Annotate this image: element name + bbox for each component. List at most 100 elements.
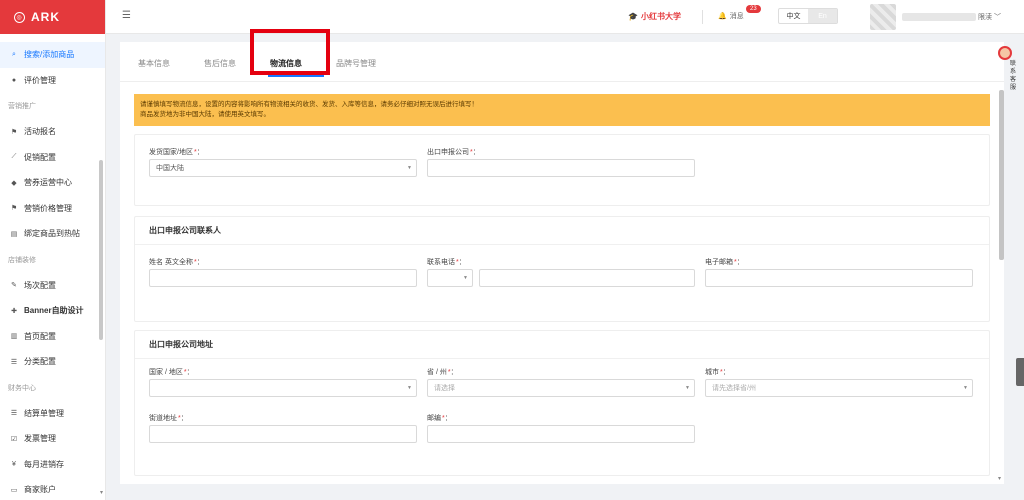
messages-button[interactable]: 🔔 消息 [718, 11, 744, 21]
city-select[interactable]: 请先选择省/州 ▼ [705, 379, 973, 397]
tab-brand-account[interactable]: 品牌号管理 [336, 58, 376, 69]
sidebar-item[interactable]: ▭ 商家账户 [0, 477, 105, 500]
user-name-redacted [902, 13, 976, 21]
sidebar-item-label: 评价管理 [24, 75, 56, 85]
notice-line-2: 商品发货地为非中国大陆，请使用英文填写。 [140, 111, 270, 118]
sidebar-item[interactable]: ▤ 绑定商品到热帖 [0, 221, 105, 247]
card-icon: ▭ [10, 486, 18, 494]
sidebar-group-label: 店铺装修 [8, 256, 36, 264]
university-label: 小红书大学 [640, 12, 681, 21]
sidebar-item-label: 每月进销存 [24, 459, 64, 469]
sidebar-item-label: 场次配置 [24, 280, 56, 290]
origin-select[interactable]: 中国大陆 ▼ [149, 159, 417, 177]
flag-icon: ⚑ [10, 205, 18, 213]
export-company-input[interactable] [427, 159, 695, 177]
layout-icon: ▥ [10, 333, 18, 341]
list-icon: ☰ [10, 358, 18, 366]
zip-label: 邮编*： [427, 415, 452, 422]
sidebar-item[interactable]: ☑ 发票管理 [0, 426, 105, 452]
messages-count-badge: 23 [746, 5, 761, 13]
chart-icon: ⟋ [11, 153, 17, 161]
sidebar-item[interactable]: ⚑ 营销价格管理 [0, 196, 105, 222]
note-icon: ▤ [10, 230, 18, 238]
tab-after-sales[interactable]: 售后信息 [204, 58, 236, 69]
yen-icon: ¥ [12, 460, 16, 468]
sidebar-item[interactable]: ⟋ 促销配置 [0, 144, 105, 170]
search-icon: ⌕ [12, 50, 16, 58]
sidebar-scrollbar[interactable] [99, 160, 103, 340]
top-header: ☰ 🎓 小红书大学 🔔 消息 23 中文 En 限渎 ﹀ [106, 0, 1024, 34]
chevron-down-icon: ▼ [463, 275, 468, 281]
avatar[interactable] [870, 4, 896, 30]
lang-zh-option[interactable]: 中文 [779, 9, 808, 23]
sidebar-item[interactable]: ✚ Banner自助设计 [0, 298, 105, 324]
sidebar-item-label: 绑定商品到热帖 [24, 229, 80, 239]
chevron-down-icon: ▼ [407, 165, 412, 171]
sidebar-item-label: Banner自助设计 [24, 306, 84, 316]
app-logo[interactable]: ◎ ARK [0, 0, 105, 34]
name-label: 姓名 英文全称*： [149, 259, 204, 266]
street-address-input[interactable] [149, 425, 417, 443]
lang-en-option[interactable]: En [808, 9, 837, 23]
flag-icon: ⚑ [10, 128, 18, 136]
tab-basic-info[interactable]: 基本信息 [138, 58, 170, 69]
phone-country-code-select[interactable]: ▼ [427, 269, 473, 287]
list-icon: ☰ [10, 410, 18, 418]
phone-number-input[interactable] [479, 269, 695, 287]
annotation-highlight-box [250, 29, 330, 75]
page-scroll-down-icon[interactable]: ▾ [998, 475, 1001, 482]
edit-icon: ✎ [11, 282, 17, 290]
active-tab-indicator [268, 75, 324, 77]
sidebar-item[interactable]: ☰ 结算单管理 [0, 400, 105, 426]
city-placeholder: 请先选择省/州 [712, 385, 756, 392]
messages-label: 消息 [729, 13, 744, 20]
country-label: 国家 / 地区*： [149, 369, 194, 376]
sidebar-scroll-down-icon[interactable]: ▾ [100, 489, 103, 496]
sidebar-item-label: 发票管理 [24, 434, 56, 444]
sidebar-item-label: 搜索/添加商品 [24, 50, 75, 60]
sidebar: ◎ ARK ⌕ 搜索/添加商品 ● 评价管理营销推广 ⚑ 活动报名 ⟋ 促销配置 ◆ 营券运营中心… [0, 0, 106, 500]
user-menu-dropdown[interactable]: 限渎 ﹀ [978, 12, 1001, 22]
street-label: 街道地址*： [149, 415, 188, 422]
tag-icon: ◆ [11, 179, 17, 187]
city-label: 城市*： [705, 369, 730, 376]
header-divider [702, 10, 703, 24]
customer-service-label: 联系客服 [1010, 61, 1017, 91]
contact-section: 出口申报公司联系人 姓名 英文全称*： 联系电话*： ▼ 电子邮箱*： [134, 216, 990, 322]
university-link[interactable]: 🎓 小红书大学 [628, 11, 681, 22]
logo-text: ARK [31, 10, 60, 24]
language-switch[interactable]: 中文 En [778, 8, 838, 24]
country-select[interactable]: ▼ [149, 379, 417, 397]
sidebar-item[interactable]: ✎ 场次配置 [0, 272, 105, 298]
side-drawer-handle[interactable] [1016, 358, 1024, 386]
sidebar-item-label: 商家账户 [24, 485, 56, 495]
sidebar-item-label: 首页配置 [24, 331, 56, 341]
email-input[interactable] [705, 269, 973, 287]
menu-toggle-icon[interactable]: ☰ [122, 10, 131, 21]
bell-icon: 🔔 [718, 13, 727, 20]
export-company-label: 出口申报公司*： [427, 149, 480, 156]
email-label: 电子邮箱*： [705, 259, 744, 266]
sidebar-item[interactable]: ● 评价管理 [0, 68, 105, 94]
contact-section-title: 出口申报公司联系人 [135, 217, 989, 245]
comment-icon: ● [11, 76, 17, 84]
chevron-down-icon: ▼ [963, 385, 968, 391]
origin-section: 发货国家/地区*： 中国大陆 ▼ 出口申报公司*： [134, 134, 990, 206]
zip-code-input[interactable] [427, 425, 695, 443]
page-scrollbar[interactable] [999, 90, 1004, 260]
sidebar-item[interactable]: ⌕ 搜索/添加商品 [0, 42, 105, 68]
sidebar-item[interactable]: ▥ 首页配置 [0, 324, 105, 350]
sidebar-item-label: 营销价格管理 [24, 203, 72, 213]
sidebar-item[interactable]: ¥ 每月进销存 [0, 452, 105, 478]
phone-label: 联系电话*： [427, 259, 466, 266]
sidebar-item[interactable]: ☰ 分类配置 [0, 349, 105, 375]
sidebar-group-label: 营销推广 [8, 102, 36, 110]
sidebar-item[interactable]: ◆ 营券运营中心 [0, 170, 105, 196]
origin-label: 发货国家/地区*： [149, 149, 204, 156]
origin-value: 中国大陆 [156, 165, 184, 172]
contact-name-input[interactable] [149, 269, 417, 287]
logo-icon: ◎ [14, 11, 25, 23]
sidebar-item[interactable]: ⚑ 活动报名 [0, 119, 105, 145]
province-select[interactable]: 请选择 ▼ [427, 379, 695, 397]
chevron-down-icon: ▼ [685, 385, 690, 391]
